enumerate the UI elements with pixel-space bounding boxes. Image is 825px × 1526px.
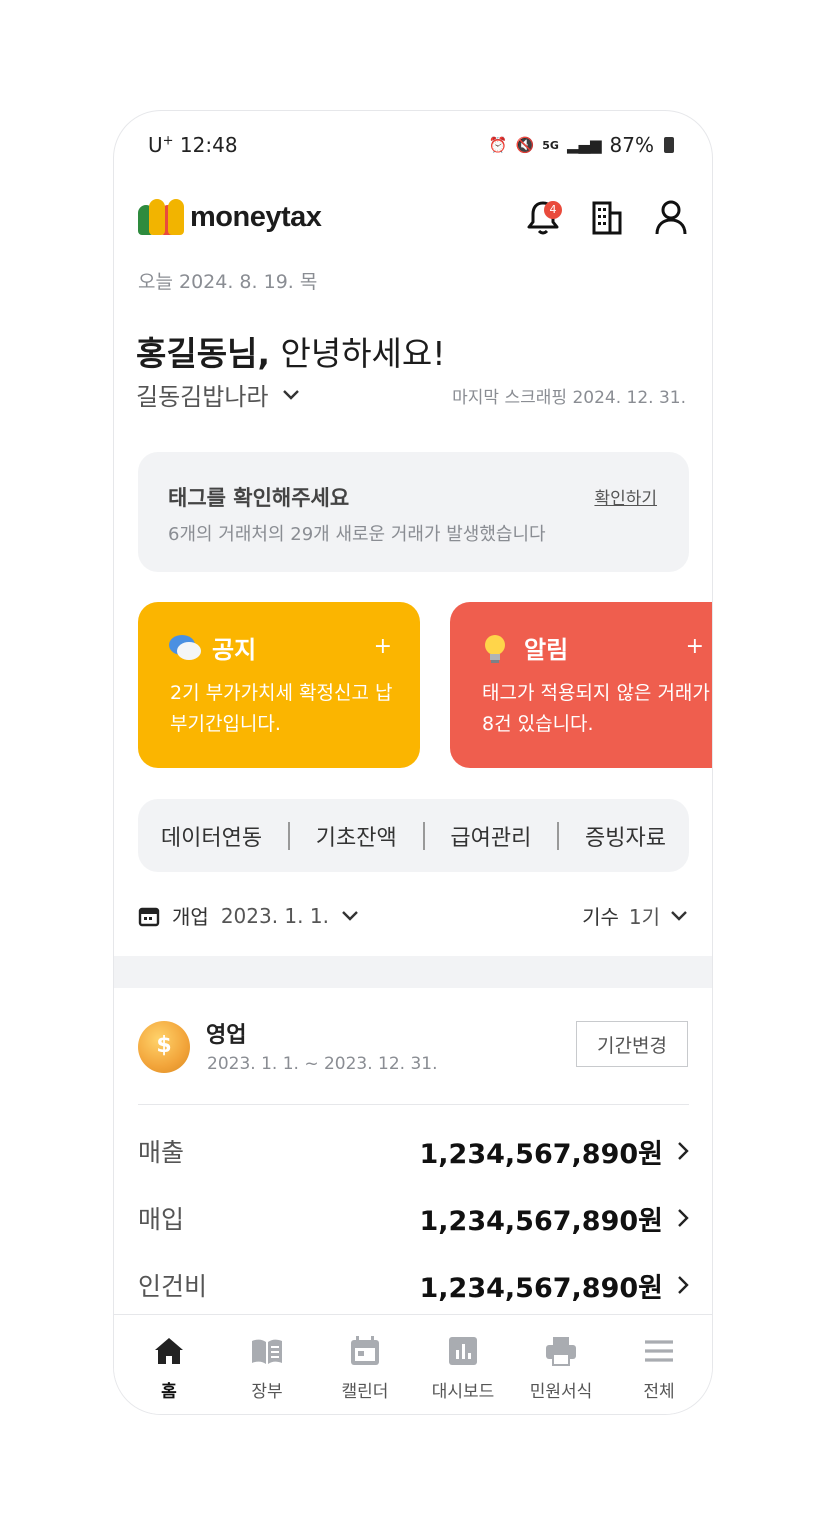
- status-time: U+ 12:48: [148, 133, 238, 157]
- greeting-message: 안녕하세요!: [269, 334, 446, 373]
- nav-label: 전체: [643, 1382, 675, 1402]
- menu-data-link[interactable]: 데이터연동: [161, 820, 262, 852]
- building-icon: [592, 201, 622, 235]
- alert-card[interactable]: 알림 + 태그가 적용되지 않은 거래가 8건 있습니다.: [450, 602, 712, 768]
- header-actions: 4: [524, 197, 690, 237]
- chevron-right-icon: [678, 1209, 689, 1227]
- menu-evidence[interactable]: 증빙자료: [585, 820, 666, 852]
- row-label: 매입: [138, 1205, 185, 1234]
- tag-card-description: 6개의 거래처의 29개 새로운 거래가 발생했습니다: [168, 524, 546, 545]
- store-name: 길동김밥나라: [136, 383, 269, 411]
- speech-bubble-icon: [168, 633, 202, 663]
- home-icon: [155, 1338, 183, 1364]
- logo[interactable]: moneytax: [138, 199, 322, 235]
- section-divider-line: [138, 1104, 689, 1105]
- chevron-down-icon: [342, 910, 358, 921]
- book-icon: [252, 1339, 282, 1364]
- term-label: 기수: [582, 905, 619, 929]
- menu-divider: [422, 821, 425, 850]
- notification-badge: 4: [544, 201, 562, 219]
- battery-percent: 87%: [609, 133, 654, 157]
- logo-mark-icon: [138, 199, 184, 235]
- menu-divider: [287, 821, 290, 850]
- opening-date: 2023. 1. 1.: [220, 903, 329, 928]
- alert-more-icon[interactable]: +: [686, 634, 704, 659]
- opening-label: 개업: [172, 905, 209, 929]
- summary-row-sales[interactable]: 매출 1,234,567,890원: [138, 1131, 689, 1171]
- chevron-right-icon: [678, 1276, 689, 1294]
- alert-card-header: 알림: [480, 630, 568, 665]
- tag-confirm-link[interactable]: 확인하기: [594, 484, 657, 509]
- notice-card-body: 2기 부가가치세 확정신고 납부기간입니다.: [170, 682, 393, 735]
- section-divider: [114, 956, 712, 988]
- logo-text: moneytax: [190, 200, 322, 233]
- calendar-small-icon: [138, 907, 160, 926]
- nav-home[interactable]: 홈: [121, 1315, 217, 1414]
- menu-opening-balance[interactable]: 기초잔액: [316, 820, 397, 852]
- nav-label: 장부: [251, 1382, 283, 1402]
- calendar-icon: [351, 1336, 379, 1365]
- nav-forms[interactable]: 민원서식: [513, 1315, 609, 1414]
- greeting: 홍길동님, 안녕하세요!: [136, 327, 446, 375]
- notice-card-header: 공지: [168, 630, 256, 665]
- nav-all[interactable]: 전체: [611, 1315, 707, 1414]
- row-value: 1,234,567,890원: [420, 1266, 689, 1305]
- chevron-right-icon: [678, 1142, 689, 1160]
- notification-button[interactable]: 4: [524, 197, 562, 237]
- menu-divider: [557, 821, 560, 850]
- nav-label: 캘린더: [341, 1382, 389, 1402]
- row-label: 매출: [138, 1138, 185, 1167]
- battery-icon: [664, 137, 674, 153]
- nav-dashboard[interactable]: 대시보드: [415, 1315, 511, 1414]
- notice-card-title: 공지: [212, 636, 257, 664]
- row-value: 1,234,567,890원: [420, 1132, 689, 1171]
- store-selector[interactable]: 길동김밥나라: [136, 377, 300, 412]
- summary-row-purchases[interactable]: 매입 1,234,567,890원: [138, 1198, 689, 1238]
- last-scrape-date: 마지막 스크래핑 2024. 12. 31.: [452, 388, 686, 408]
- user-icon: [655, 200, 687, 235]
- coin-icon: $: [138, 1021, 190, 1073]
- tag-card-title: 태그를 확인해주세요: [168, 486, 350, 510]
- menu-payroll[interactable]: 급여관리: [450, 820, 531, 852]
- tag-check-card[interactable]: 태그를 확인해주세요 확인하기 6개의 거래처의 29개 새로운 거래가 발생했…: [138, 452, 689, 572]
- term-selector[interactable]: 기수 1기: [582, 901, 688, 930]
- nav-label: 대시보드: [431, 1382, 495, 1402]
- company-button[interactable]: [588, 197, 626, 237]
- row-label: 인건비: [138, 1272, 208, 1301]
- status-icons: ⏰ 🔇 5G ▂▄▆ 87%: [489, 133, 674, 157]
- printer-icon: [546, 1337, 576, 1366]
- row-value: 1,234,567,890원: [420, 1199, 689, 1238]
- network-type-icon: 5G: [542, 138, 559, 152]
- nav-label: 홈: [161, 1382, 177, 1402]
- opening-date-selector[interactable]: 개업 2023. 1. 1.: [138, 901, 359, 930]
- nav-label: 민원서식: [529, 1382, 593, 1402]
- dashboard-icon: [449, 1337, 477, 1365]
- mute-icon: 🔇: [515, 136, 535, 154]
- menu-icon: [645, 1340, 673, 1362]
- quick-menu: 데이터연동 기초잔액 급여관리 증빙자료: [138, 799, 689, 872]
- nav-calendar[interactable]: 캘린더: [317, 1315, 413, 1414]
- notice-card[interactable]: 공지 + 2기 부가가치세 확정신고 납부기간입니다.: [138, 602, 420, 768]
- profile-button[interactable]: [652, 197, 690, 237]
- change-period-button[interactable]: 기간변경: [576, 1021, 688, 1067]
- user-name: 홍길동님,: [136, 334, 270, 373]
- chevron-down-icon: [283, 389, 300, 400]
- lightbulb-icon: [480, 633, 514, 663]
- notice-more-icon[interactable]: +: [374, 634, 392, 659]
- phone-frame: U+ 12:48 ⏰ 🔇 5G ▂▄▆ 87% moneytax 4 오늘 20…: [113, 110, 713, 1415]
- term-value: 1기: [628, 905, 660, 929]
- chevron-down-icon: [671, 910, 687, 921]
- summary-row-labor[interactable]: 인건비 1,234,567,890원: [138, 1265, 689, 1305]
- signal-icon: ▂▄▆: [566, 136, 602, 154]
- nav-ledger[interactable]: 장부: [219, 1315, 315, 1414]
- section-title: 영업: [206, 1023, 247, 1048]
- alert-card-body: 태그가 적용되지 않은 거래가 8건 있습니다.: [482, 682, 710, 735]
- alert-card-title: 알림: [524, 636, 569, 664]
- alarm-icon: ⏰: [488, 136, 508, 154]
- today-date: 오늘 2024. 8. 19. 목: [138, 271, 318, 293]
- section-date-range: 2023. 1. 1. ~ 2023. 12. 31.: [207, 1054, 438, 1074]
- bottom-navigation: 홈 장부 캘린더 대시보드 민원서식 전체: [114, 1314, 712, 1414]
